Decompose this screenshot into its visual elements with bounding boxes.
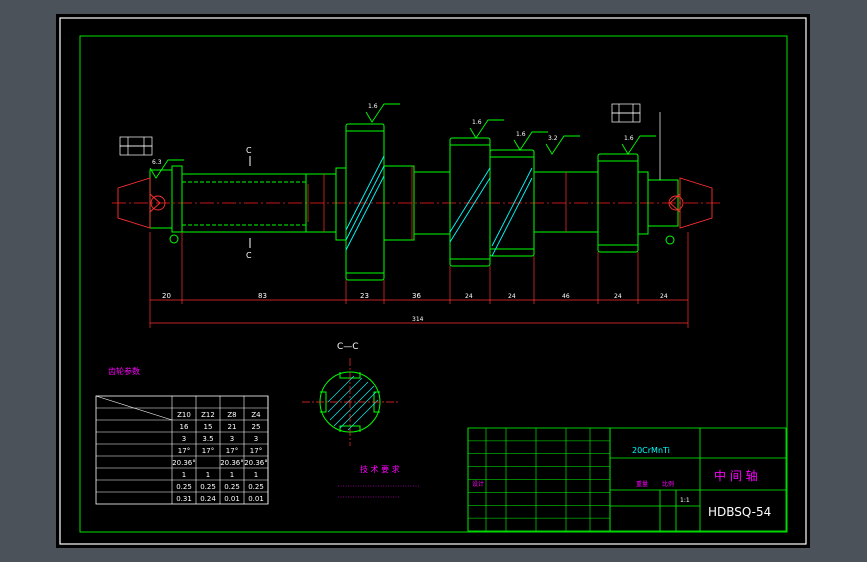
- gear-table-cell: 17°: [202, 447, 214, 455]
- gear-table-cell: 0.24: [200, 495, 216, 503]
- drawing-number: HDBSQ-54: [708, 505, 771, 519]
- roughness-6: 6.3: [152, 159, 162, 166]
- scale-value: 1:1: [680, 497, 690, 504]
- gear-table-cell: 16: [180, 423, 189, 431]
- dim-1: 20: [162, 292, 171, 300]
- gear-table-cell: 3: [182, 435, 186, 443]
- gear-table-cell: 1: [182, 471, 186, 479]
- gear-table-cell: 20.36°: [244, 459, 268, 467]
- dim-overall: 314: [412, 316, 424, 323]
- material: 20CrMnTi: [632, 446, 670, 455]
- dim-7: 46: [562, 293, 570, 300]
- gear-table-cell: 3: [254, 435, 258, 443]
- section-title: C—C: [337, 342, 359, 352]
- gear-table-cell: 0.01: [224, 495, 240, 503]
- weight-label: 重量: [636, 480, 648, 488]
- roughness-1: 1.6: [368, 103, 378, 110]
- gear-table-title: 齿轮参数: [108, 366, 140, 376]
- gear-table-col-header: Z10: [177, 411, 191, 419]
- gear-table-cell: 0.01: [248, 495, 264, 503]
- designer-label: 设计: [472, 480, 484, 488]
- gear-table-cell: 1: [254, 471, 258, 479]
- dim-2: 83: [258, 292, 267, 300]
- gear-table-cell: 20.36°: [220, 459, 244, 467]
- roughness-5: 1.6: [624, 135, 634, 142]
- dim-9: 24: [660, 293, 668, 300]
- gear-table-cell: 3: [230, 435, 234, 443]
- dim-6: 24: [508, 293, 516, 300]
- gear-table-col-header: Z8: [227, 411, 236, 419]
- gear-table-cell: 17°: [250, 447, 262, 455]
- drawing-viewport[interactable]: C C 1.6 1.6 1.6 3.2 1.6 6.3 20 83 23 36 …: [0, 0, 867, 562]
- dim-8: 24: [614, 293, 622, 300]
- part-name: 中 间 轴: [714, 468, 758, 483]
- gear-table-cell: 17°: [226, 447, 238, 455]
- section-cut-label-bottom: C: [246, 251, 252, 260]
- gear-table-col-header: Z4: [251, 411, 261, 419]
- gear-table-cell: 3.5: [202, 435, 213, 443]
- gear-table-cell: 17°: [178, 447, 190, 455]
- dim-4: 36: [412, 292, 421, 300]
- roughness-4: 3.2: [548, 135, 558, 142]
- gear-table-cell: 0.25: [248, 483, 264, 491]
- tech-req-title: 技 术 要 求: [360, 464, 400, 474]
- gear-table-cell: 25: [252, 423, 261, 431]
- gear-table-cell: 21: [228, 423, 237, 431]
- dim-5: 24: [465, 293, 473, 300]
- dim-3: 23: [360, 292, 369, 300]
- gear-table-cell: 0.31: [176, 495, 192, 503]
- gear-table-cell: 1: [206, 471, 210, 479]
- gear-table-cell: 20.36°: [172, 459, 196, 467]
- scale-label: 比例: [662, 480, 674, 488]
- gear-table-cell: 0.25: [176, 483, 192, 491]
- gear-table-cell: 0.25: [200, 483, 216, 491]
- roughness-3: 1.6: [516, 131, 526, 138]
- gear-table-cell: 1: [230, 471, 234, 479]
- gear-table-cell: 0.25: [224, 483, 240, 491]
- roughness-2: 1.6: [472, 119, 482, 126]
- gear-table-col-header: Z12: [201, 411, 215, 419]
- section-cut-label-top: C: [246, 146, 252, 155]
- gear-table-cell: 15: [204, 423, 213, 431]
